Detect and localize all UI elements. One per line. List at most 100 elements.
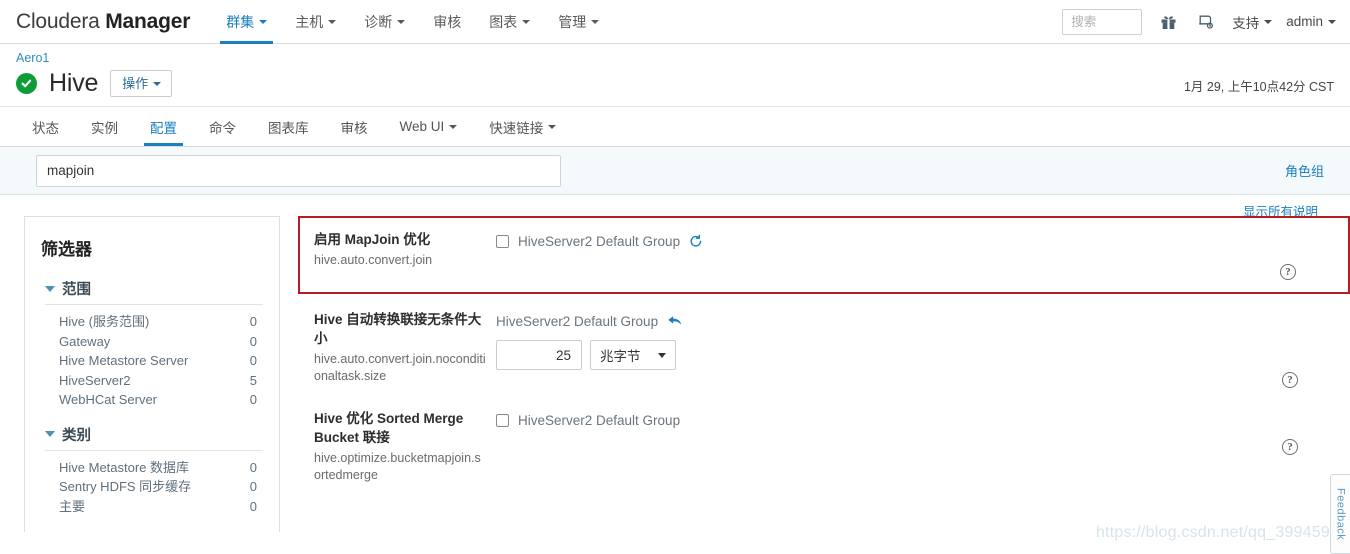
role-groups-link[interactable]: 角色组 — [1285, 161, 1324, 180]
chevron-down-icon — [397, 19, 406, 24]
filter-item-label: Gateway — [59, 333, 111, 349]
actions-button[interactable]: 操作 — [110, 69, 173, 97]
help-question-icon[interactable]: ? — [1282, 439, 1298, 455]
tab-quick-links-label: 快速链接 — [489, 120, 544, 136]
service-title-row: Hive 操作 — [16, 68, 1334, 98]
tab-charts-library[interactable]: 图表库 — [252, 107, 325, 146]
config-property-name: hive.auto.convert.join.noconditionaltask… — [314, 352, 486, 383]
config-number-input[interactable] — [496, 340, 582, 370]
brand-bold-text: Manager — [105, 9, 191, 33]
filter-item-webhcat-server[interactable]: WebHCat Server 0 — [41, 390, 263, 410]
chevron-down-icon — [1264, 19, 1273, 24]
nav-item-audits-label: 审核 — [433, 13, 462, 30]
chevron-down-icon — [658, 352, 666, 358]
filter-group-scope: 范围 Hive (服务范围) 0 Gateway 0 Hive Metastor… — [41, 278, 263, 410]
filter-item-label: Hive Metastore Server — [59, 353, 189, 368]
filter-item-hive-metastore-database[interactable]: Hive Metastore 数据库 0 — [41, 458, 263, 478]
nav-item-charts[interactable]: 图表 — [475, 0, 544, 44]
gift-icon[interactable] — [1156, 10, 1180, 34]
filter-item-sentry-hdfs-sync-cache[interactable]: Sentry HDFS 同步缓存 0 — [41, 477, 263, 497]
service-header: Aero1 Hive 操作 1月 29, 上午10点42分 CST — [0, 44, 1350, 107]
nav-item-hosts[interactable]: 主机 — [281, 0, 350, 44]
feedback-tab[interactable]: Feedback — [1330, 474, 1350, 554]
help-question-icon[interactable]: ? — [1282, 372, 1298, 388]
undo-arrow-icon[interactable] — [667, 314, 683, 328]
tab-commands[interactable]: 命令 — [193, 107, 252, 146]
parcel-icon[interactable] — [1194, 10, 1218, 34]
nav-item-audits[interactable]: 审核 — [419, 0, 475, 44]
tab-audits-label: 审核 — [340, 120, 368, 136]
global-search-input[interactable] — [1062, 8, 1143, 35]
support-menu[interactable]: 支持 — [1232, 12, 1273, 32]
chevron-down-icon — [522, 19, 531, 24]
filters-title: 筛选器 — [41, 240, 92, 259]
filter-item-label: WebHCat Server — [59, 392, 158, 407]
config-checkbox[interactable] — [496, 413, 509, 427]
user-menu[interactable]: admin — [1286, 14, 1336, 29]
config-display-name: Hive 优化 Sorted Merge Bucket 联接 — [314, 411, 464, 445]
last-updated-timestamp: 1月 29, 上午10点42分 CST — [1183, 80, 1334, 94]
tab-charts-library-label: 图表库 — [268, 120, 309, 136]
filter-item-hive-service-wide[interactable]: Hive (服务范围) 0 — [41, 312, 263, 332]
chevron-down-icon — [153, 82, 162, 87]
tab-instances[interactable]: 实例 — [75, 107, 134, 146]
nav-item-diagnostics[interactable]: 诊断 — [350, 0, 419, 44]
chevron-down-icon — [45, 431, 55, 437]
health-good-check-icon — [16, 72, 37, 94]
filter-group-scope-title: 范围 — [62, 282, 91, 298]
brand-logo[interactable]: Cloudera Manager — [16, 10, 190, 34]
nav-item-administration[interactable]: 管理 — [544, 0, 613, 44]
filter-item-label: Hive (服务范围) — [59, 314, 150, 329]
config-rows: 启用 MapJoin 优化 hive.auto.convert.join Hiv… — [298, 216, 1350, 494]
filter-item-hiveserver2[interactable]: HiveServer2 5 — [41, 371, 263, 391]
config-checkbox[interactable] — [496, 234, 509, 248]
global-navbar: Cloudera Manager 群集 主机 诊断 审核 图表 管理 搜索 支持… — [0, 0, 1350, 44]
config-unit-select-value: 兆字节 — [600, 349, 641, 364]
nav-item-administration-label: 管理 — [558, 13, 587, 30]
config-search-input[interactable] — [36, 154, 561, 187]
filter-list-category: Hive Metastore 数据库 0 Sentry HDFS 同步缓存 0 … — [41, 458, 263, 517]
service-tabs: 状态 实例 配置 命令 图表库 审核 Web UI 快速链接 — [0, 107, 1350, 147]
filter-item-count: 5 — [249, 372, 257, 388]
nav-item-clusters[interactable]: 群集 — [212, 0, 281, 44]
config-search-bar: 角色组 — [0, 147, 1350, 195]
config-property-name: hive.auto.convert.join — [314, 253, 433, 267]
config-row-hive-auto-convert-join: 启用 MapJoin 优化 hive.auto.convert.join Hiv… — [298, 216, 1350, 294]
filter-item-main[interactable]: 主要 0 — [41, 497, 263, 517]
nav-item-charts-label: 图表 — [489, 13, 518, 30]
reset-circular-arrow-icon[interactable] — [689, 234, 703, 248]
filter-item-hive-metastore-server[interactable]: Hive Metastore Server 0 — [41, 351, 263, 371]
config-row-noconditionaltask-size: Hive 自动转换联接无条件大小 hive.auto.convert.join.… — [298, 296, 1350, 395]
filter-item-count: 0 — [249, 333, 257, 349]
chevron-down-icon — [1328, 19, 1336, 24]
tab-audits[interactable]: 审核 — [325, 107, 384, 146]
filters-panel: 筛选器 范围 Hive (服务范围) 0 Gateway 0 Hive Meta… — [24, 216, 280, 532]
tab-instances-label: 实例 — [91, 120, 118, 136]
filter-item-label: Hive Metastore 数据库 — [59, 459, 190, 475]
filter-item-label: 主要 — [59, 498, 86, 514]
tab-web-ui[interactable]: Web UI — [384, 107, 474, 146]
config-display-name: Hive 自动转换联接无条件大小 — [314, 312, 482, 346]
config-unit-select[interactable]: 兆字节 — [590, 340, 676, 370]
filter-item-count: 0 — [249, 314, 257, 329]
config-value-head: HiveServer2 Default Group — [496, 311, 1350, 331]
filter-group-category-header[interactable]: 类别 — [45, 424, 263, 451]
config-body: 筛选器 范围 Hive (服务范围) 0 Gateway 0 Hive Meta… — [0, 195, 1350, 532]
config-role-group-label: HiveServer2 Default Group — [518, 233, 681, 249]
config-row-bucketmapjoin-sortedmerge: Hive 优化 Sorted Merge Bucket 联接 hive.opti… — [298, 395, 1350, 494]
user-menu-label: admin — [1286, 14, 1323, 29]
filter-item-count: 0 — [249, 498, 257, 514]
config-property-name: hive.optimize.bucketmapjoin.sortedmerge — [314, 451, 481, 482]
chevron-down-icon — [548, 124, 557, 129]
filter-group-scope-header[interactable]: 范围 — [45, 278, 263, 305]
tab-configuration[interactable]: 配置 — [134, 107, 193, 146]
page-title: Hive — [49, 69, 99, 97]
filter-item-count: 0 — [249, 459, 257, 475]
breadcrumb[interactable]: Aero1 — [16, 50, 1334, 66]
tab-status[interactable]: 状态 — [16, 107, 75, 146]
filter-item-count: 0 — [249, 353, 257, 368]
filter-item-gateway[interactable]: Gateway 0 — [41, 332, 263, 352]
help-question-icon[interactable]: ? — [1280, 264, 1296, 280]
feedback-tab-label: Feedback — [1334, 487, 1347, 541]
tab-quick-links[interactable]: 快速链接 — [473, 107, 572, 146]
